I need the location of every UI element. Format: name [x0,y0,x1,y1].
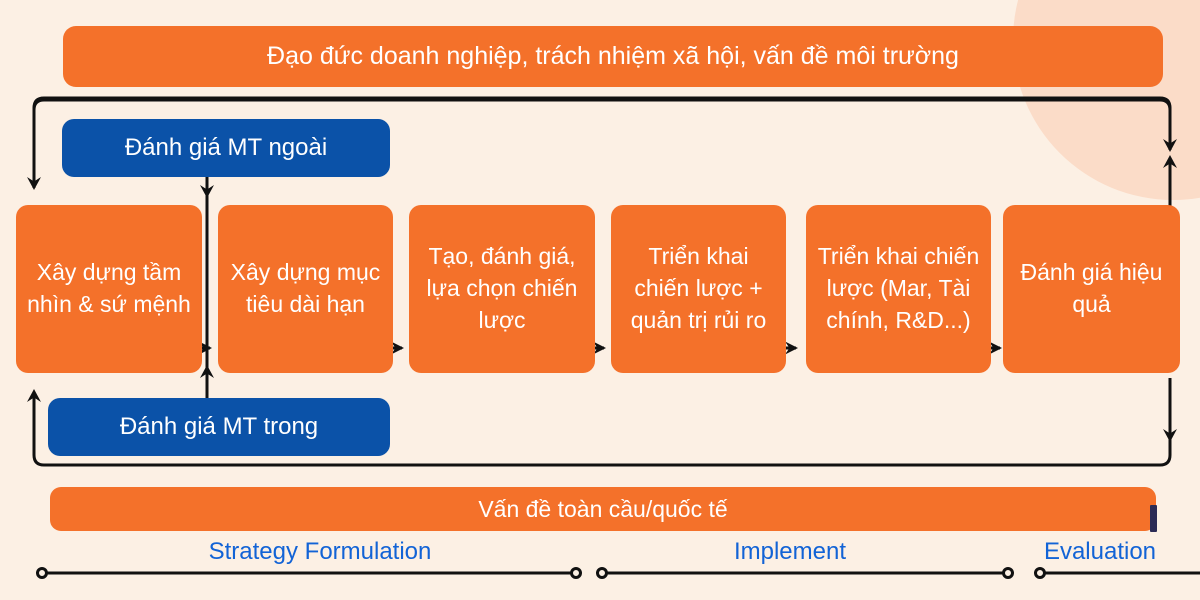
phase-label-implement: Implement [733,538,847,565]
step-long-term-goals: Xây dựng mục tiêu dài hạn [218,205,393,373]
step-create-evaluate-select-strategy: Tạo, đánh giá, lựa chọn chiến lược [409,205,595,373]
step-vision-mission: Xây dựng tầm nhìn & sứ mệnh [16,205,202,373]
step-evaluate-performance: Đánh giá hiệu quả [1003,205,1180,373]
bottom-banner-end-tick [1150,505,1157,532]
phase-rulers [36,567,1200,579]
top-banner-business-ethics: Đạo đức doanh nghiệp, trách nhiệm xã hội… [63,26,1163,87]
step-implement-strategy-risk-management: Triển khai chiến lược + quản trị rủi ro [611,205,786,373]
diagram-canvas: Đạo đức doanh nghiệp, trách nhiệm xã hội… [0,0,1200,600]
step-implement-strategy-functions: Triển khai chiến lược (Mar, Tài chính, R… [806,205,991,373]
bottom-banner-global-issues: Vấn đề toàn cầu/quốc tế [50,487,1156,531]
external-environment-box: Đánh giá MT ngoài [62,119,390,177]
phase-label-evaluation: Evaluation [1043,538,1157,565]
phase-label-strategy-formulation: Strategy Formulation [208,538,432,565]
internal-environment-box: Đánh giá MT trong [48,398,390,456]
